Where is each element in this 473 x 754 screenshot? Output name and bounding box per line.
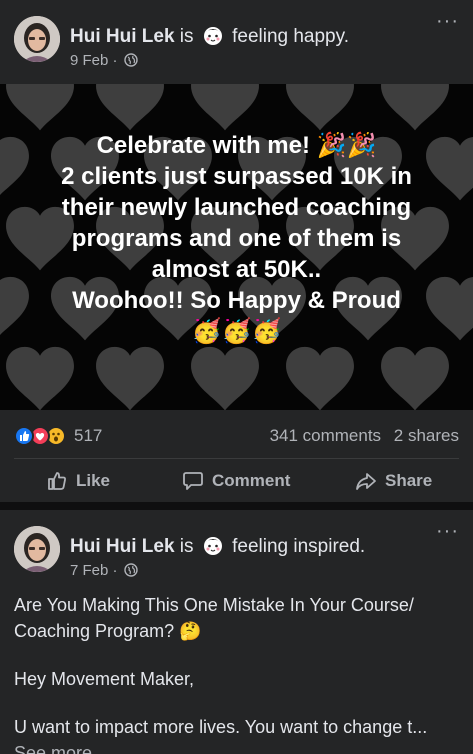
caption-line: 2 clients just surpassed 10K in bbox=[61, 163, 412, 190]
is-word: is bbox=[179, 26, 194, 47]
post-header: Hui Hui Lek is feeling inspired. 7 Feb · bbox=[0, 510, 473, 590]
feed-post: Hui Hui Lek is feeling inspired. 7 Feb · bbox=[0, 510, 473, 754]
post-header: Hui Hui Lek is feeling happy. 9 Feb · ··… bbox=[0, 0, 473, 80]
reaction-count[interactable]: 517 bbox=[74, 426, 102, 446]
comment-button[interactable]: Comment bbox=[182, 470, 290, 492]
caption-line: almost at 50K.. bbox=[151, 256, 322, 283]
shares-count[interactable]: 2 shares bbox=[394, 426, 459, 445]
more-icon[interactable]: ··· bbox=[436, 521, 459, 541]
post-paragraph: Hey Movement Maker, bbox=[14, 669, 195, 689]
share-button[interactable]: Share bbox=[355, 470, 432, 492]
share-icon bbox=[356, 473, 376, 490]
see-more-link[interactable]: See more bbox=[14, 743, 92, 754]
avatar[interactable] bbox=[14, 16, 60, 62]
meta-separator: · bbox=[112, 562, 118, 579]
post-paragraph-text: U want to impact more lives. You want to… bbox=[14, 717, 428, 737]
photo-caption: Celebrate with me! 🎉🎉 2 clients just sur… bbox=[0, 130, 473, 347]
feeling-text: feeling happy. bbox=[232, 26, 349, 47]
divider bbox=[14, 458, 459, 459]
feeling-face-icon bbox=[202, 534, 224, 562]
author-name[interactable]: Hui Hui Lek bbox=[70, 536, 175, 557]
feeling-text: feeling inspired. bbox=[232, 536, 366, 557]
caption-line: programs and one of them is bbox=[71, 225, 402, 252]
post-stats: 517 341 comments 2 shares bbox=[0, 416, 473, 456]
post-photo[interactable]: Celebrate with me! 🎉🎉 2 clients just sur… bbox=[0, 84, 473, 410]
caption-line: their newly launched coaching bbox=[61, 194, 412, 221]
globe-icon bbox=[124, 53, 138, 67]
is-word: is bbox=[179, 536, 194, 557]
post-actions: Like Comment Share bbox=[0, 460, 473, 502]
comment-label: Comment bbox=[212, 471, 291, 490]
post-meta: 7 Feb · bbox=[70, 562, 138, 579]
engagement-stats: 341 comments 2 shares bbox=[270, 426, 459, 446]
avatar[interactable] bbox=[14, 526, 60, 572]
more-icon[interactable]: ··· bbox=[436, 11, 459, 31]
like-button[interactable]: Like bbox=[46, 470, 110, 492]
feed-post: Hui Hui Lek is feeling happy. 9 Feb · ··… bbox=[0, 0, 473, 502]
post-author-line: Hui Hui Lek is feeling happy. bbox=[70, 24, 349, 52]
post-author-line: Hui Hui Lek is feeling inspired. bbox=[70, 534, 365, 562]
post-date[interactable]: 7 Feb bbox=[70, 562, 108, 579]
like-reaction-icon bbox=[14, 426, 34, 446]
caption-line: Celebrate with me! 🎉🎉 bbox=[96, 132, 377, 159]
globe-icon bbox=[124, 563, 138, 577]
comment-icon bbox=[183, 472, 203, 490]
share-label: Share bbox=[385, 471, 433, 490]
like-icon bbox=[48, 472, 66, 490]
post-paragraph: Are You Making This One Mistake In Your … bbox=[14, 595, 414, 641]
caption-line: Woohoo!! So Happy & Proud bbox=[72, 287, 401, 314]
feeling-face-icon bbox=[202, 24, 224, 52]
author-name[interactable]: Hui Hui Lek bbox=[70, 26, 175, 47]
post-body: Are You Making This One Mistake In Your … bbox=[14, 592, 459, 754]
like-label: Like bbox=[76, 471, 111, 490]
post-date[interactable]: 9 Feb bbox=[70, 52, 108, 69]
meta-separator: · bbox=[112, 52, 118, 69]
post-meta: 9 Feb · bbox=[70, 52, 138, 69]
caption-line: 🥳🥳🥳 bbox=[191, 318, 282, 345]
comments-count[interactable]: 341 comments bbox=[270, 426, 382, 445]
post-paragraph: U want to impact more lives. You want to… bbox=[14, 714, 459, 754]
